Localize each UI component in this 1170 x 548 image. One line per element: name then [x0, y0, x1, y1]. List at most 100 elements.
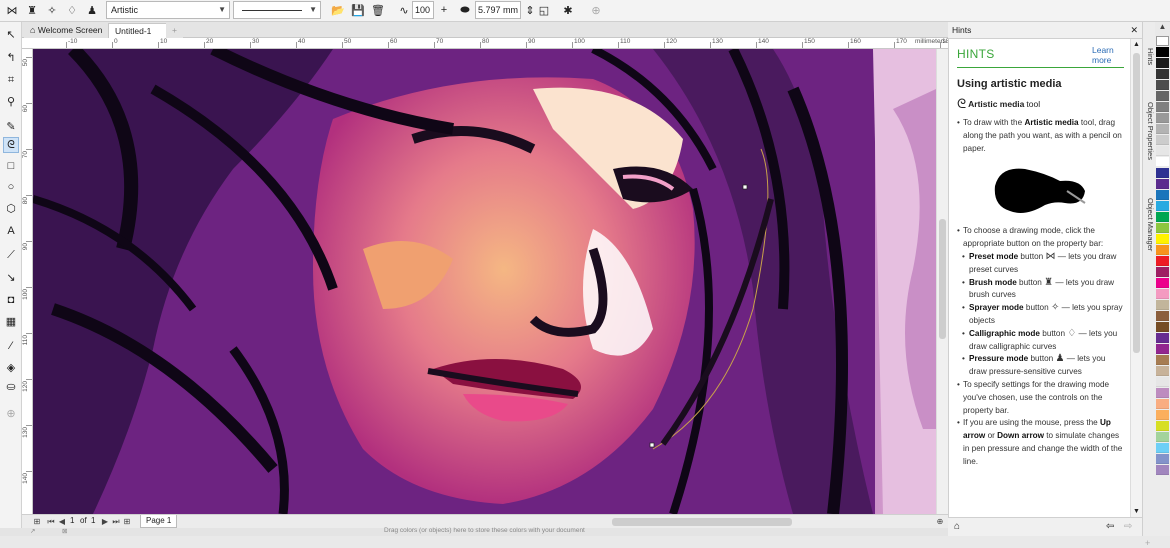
color-swatch[interactable] [1156, 344, 1169, 354]
smart-fill-tool-icon[interactable]: ⛀ [3, 378, 19, 394]
color-swatch[interactable] [1156, 465, 1169, 475]
zoom-tool-icon[interactable]: ⚲ [3, 93, 19, 109]
next-page-icon[interactable]: ▶ [100, 516, 110, 527]
smoothing-input[interactable]: 100 [412, 1, 434, 19]
tab-hints[interactable]: Hints [1144, 48, 1155, 65]
crop-tool-icon[interactable]: ⌗ [3, 72, 19, 88]
chevron-up-icon[interactable]: ▲ [1133, 41, 1140, 48]
last-page-icon[interactable]: ⏭ [111, 516, 121, 527]
polygon-tool-icon[interactable]: ⬡ [3, 200, 19, 216]
sprayer-mode-icon[interactable]: ✧ [44, 2, 60, 18]
color-swatch[interactable] [1156, 168, 1169, 178]
options-icon[interactable]: ✱ [560, 2, 576, 18]
color-swatch[interactable] [1156, 179, 1169, 189]
hints-scrollbar[interactable]: ▲ ▼ [1130, 39, 1142, 517]
color-swatch[interactable] [1156, 267, 1169, 277]
color-swatch[interactable] [1156, 91, 1169, 101]
home-icon[interactable]: ⌂ [954, 521, 960, 532]
connector-tool-icon[interactable]: ↘ [3, 269, 19, 285]
horizontal-scroll-thumb[interactable] [612, 518, 792, 526]
color-swatch[interactable] [1156, 454, 1169, 464]
text-tool-icon[interactable]: A [3, 223, 19, 239]
back-icon[interactable]: ⇦ [1106, 521, 1114, 532]
scale-stroke-icon[interactable]: ◱ [536, 2, 552, 18]
color-swatch[interactable] [1156, 443, 1169, 453]
color-swatch[interactable] [1156, 399, 1169, 409]
close-icon[interactable]: ✕ [1130, 22, 1138, 39]
eyedropper-tool-icon[interactable]: ⁄ [3, 338, 19, 354]
tab-object-manager[interactable]: Object Manager [1144, 198, 1155, 251]
stroke-width-input[interactable]: 5.797 mm [475, 1, 521, 19]
color-swatch[interactable] [1156, 135, 1169, 145]
scroll-thumb[interactable] [1133, 53, 1140, 353]
color-swatch[interactable] [1156, 69, 1169, 79]
color-swatch[interactable] [1156, 146, 1169, 156]
color-swatch[interactable] [1156, 432, 1169, 442]
color-swatch[interactable] [1156, 289, 1169, 299]
color-swatch[interactable] [1156, 212, 1169, 222]
forward-icon[interactable]: ⇨ [1124, 521, 1132, 532]
color-swatch[interactable] [1156, 47, 1169, 57]
preset-mode-icon[interactable]: ⋈ [4, 2, 20, 18]
stroke-shape-dropdown[interactable]: ▼ [233, 1, 321, 19]
scroll-thumb[interactable] [939, 219, 946, 339]
save-icon[interactable]: 💾 [350, 2, 366, 18]
color-swatch[interactable] [1156, 311, 1169, 321]
color-swatch[interactable] [1156, 124, 1169, 134]
page-tab[interactable]: Page 1 [140, 515, 178, 528]
color-swatch[interactable] [1156, 300, 1169, 310]
plus-icon[interactable]: + [436, 2, 452, 18]
add-icon[interactable]: ⊕ [588, 2, 604, 18]
color-swatch[interactable] [1156, 278, 1169, 288]
color-swatch[interactable] [1156, 201, 1169, 211]
open-folder-icon[interactable]: 📂 [330, 2, 346, 18]
add-page-after-icon[interactable]: ⊞ [122, 516, 132, 527]
calligraphic-mode-icon[interactable]: ♢ [64, 2, 80, 18]
tab-untitled-1[interactable]: Untitled-1 [108, 23, 168, 38]
color-swatch[interactable] [1156, 322, 1169, 332]
color-swatch[interactable] [1156, 388, 1169, 398]
zoom-icon[interactable]: ⊕ [935, 516, 945, 527]
freehand-tool-icon[interactable]: ✎ [3, 118, 19, 134]
color-swatch[interactable] [1156, 234, 1169, 244]
drop-shadow-tool-icon[interactable]: ◘ [3, 292, 19, 308]
color-swatch[interactable] [1156, 190, 1169, 200]
color-swatch[interactable] [1156, 421, 1169, 431]
color-swatch[interactable] [1156, 58, 1169, 68]
shape-tool-icon[interactable]: ↰ [3, 49, 19, 65]
drawing-canvas[interactable] [33, 49, 936, 514]
first-page-icon[interactable]: ⏮ [46, 516, 56, 527]
new-tab-button[interactable]: + [166, 23, 183, 38]
rectangle-tool-icon[interactable]: □ [3, 158, 19, 174]
color-swatch[interactable] [1156, 102, 1169, 112]
delete-icon[interactable]: 🗑 [370, 2, 386, 18]
add-docker-icon[interactable]: + [1145, 538, 1150, 548]
color-swatch[interactable] [1156, 223, 1169, 233]
color-swatch[interactable] [1156, 157, 1169, 167]
color-swatch[interactable] [1156, 333, 1169, 343]
ellipse-tool-icon[interactable]: ○ [3, 179, 19, 195]
interactive-fill-tool-icon[interactable]: ◈ [3, 359, 19, 375]
color-swatch[interactable] [1156, 80, 1169, 90]
tab-object-properties[interactable]: Object Properties [1144, 102, 1155, 160]
vertical-scrollbar[interactable] [936, 49, 948, 514]
color-swatch[interactable] [1156, 377, 1169, 387]
color-swatch[interactable] [1156, 113, 1169, 123]
vertical-ruler[interactable]: 50 60 70 80 90 100 110 120 130 140 [22, 49, 33, 514]
color-swatch[interactable] [1156, 256, 1169, 266]
transparency-tool-icon[interactable]: ▦ [3, 313, 19, 329]
tab-welcome-screen[interactable]: ⌂ Welcome Screen [24, 23, 109, 38]
pick-tool-icon[interactable]: ↖ [3, 26, 19, 42]
color-swatch[interactable] [1156, 36, 1169, 46]
add-page-icon[interactable]: ⊞ [32, 516, 42, 527]
parallel-dimension-tool-icon[interactable]: ⟋ [3, 247, 19, 263]
preset-stroke-dropdown[interactable]: Artistic ▼ [106, 1, 230, 19]
chevron-down-icon[interactable]: ▼ [1133, 508, 1140, 515]
add-tool-icon[interactable]: ⊕ [3, 405, 19, 421]
color-swatch[interactable] [1156, 366, 1169, 376]
horizontal-ruler[interactable]: -10 0 10 20 30 40 50 60 70 80 90 100 110 120 130 140 150… [22, 38, 948, 49]
color-swatch[interactable] [1156, 355, 1169, 365]
brush-mode-icon[interactable]: ♜ [24, 2, 40, 18]
artistic-media-tool-icon[interactable]: ᘓ [3, 137, 19, 153]
palette-scroll-up-icon[interactable]: ▲ [1156, 22, 1169, 34]
